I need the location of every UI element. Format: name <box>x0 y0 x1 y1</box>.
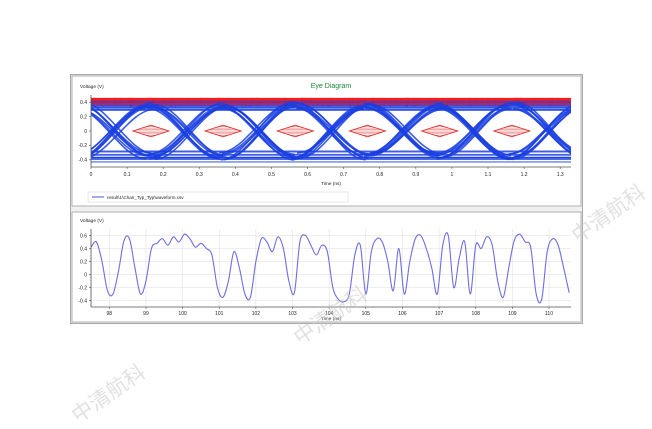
top-x-axis-label: Time (ns) <box>321 181 341 187</box>
top-x-tick-label: 0 <box>90 172 93 178</box>
bottom-x-tick-label: 98 <box>107 311 113 317</box>
top-y-tick-label: 0 <box>84 129 87 135</box>
bottom-y-tick-label: 0 <box>84 272 87 278</box>
bottom-x-tick-label: 104 <box>325 311 334 317</box>
top-y-tick-label: -0.4 <box>78 158 87 164</box>
top-x-tick-label: 0.2 <box>160 172 167 178</box>
top-x-tick-label: 1.1 <box>485 172 492 178</box>
bottom-x-tick-label: 107 <box>435 311 444 317</box>
top-chart-title: Eye Diagram <box>311 83 352 90</box>
top-y-tick-label: 0.4 <box>80 100 87 106</box>
top-x-tick-label: 0.4 <box>232 172 239 178</box>
top-x-tick-label: 1.2 <box>521 172 528 178</box>
top-y-tick-label: 0.2 <box>80 114 87 120</box>
bottom-x-tick-label: 110 <box>545 311 553 317</box>
top-x-tick-label: 0.3 <box>196 172 203 178</box>
bottom-y-tick-label: 0.2 <box>80 259 87 265</box>
bottom-x-tick-label: 101 <box>215 311 224 317</box>
top-x-tick-label: 1.3 <box>557 172 564 178</box>
top-x-tick-label: 0.7 <box>340 172 347 178</box>
top-x-tick-label: 0.1 <box>124 172 131 178</box>
legend-entry: result\1\Chan_Typ_Typ\waveform.csv <box>107 195 184 200</box>
top-x-tick-label: 0.9 <box>412 172 419 178</box>
bottom-y-axis-label: Voltage (V) <box>80 218 104 224</box>
top-y-axis-label: Voltage (V) <box>80 84 104 90</box>
bottom-x-tick-label: 102 <box>252 311 261 317</box>
bottom-y-tick-label: 0.6 <box>80 233 87 239</box>
top-x-tick-label: 0.6 <box>304 172 311 178</box>
top-x-tick-label: 0.8 <box>376 172 383 178</box>
bottom-x-tick-label: 100 <box>178 311 187 317</box>
bottom-x-tick-label: 106 <box>398 311 407 317</box>
bottom-x-tick-label: 103 <box>288 311 297 317</box>
bottom-x-tick-label: 108 <box>472 311 481 317</box>
bottom-x-tick-label: 109 <box>508 311 517 317</box>
bottom-x-tick-label: 99 <box>143 311 149 317</box>
top-x-tick-label: 1 <box>451 172 454 178</box>
charts-svg: Eye Diagram Voltage (V) Time (ns) 0 0.1 0.2 0.… <box>71 75 582 323</box>
bottom-plot-area <box>91 229 571 307</box>
top-y-tick-label: -0.2 <box>78 143 87 149</box>
bottom-y-tick-label: 0.4 <box>80 246 87 252</box>
bottom-y-tick-label: -0.2 <box>78 285 87 291</box>
bottom-x-tick-label: 105 <box>362 311 371 317</box>
bottom-y-tick-label: -0.4 <box>78 298 87 304</box>
top-x-tick-label: 0.5 <box>268 172 275 178</box>
